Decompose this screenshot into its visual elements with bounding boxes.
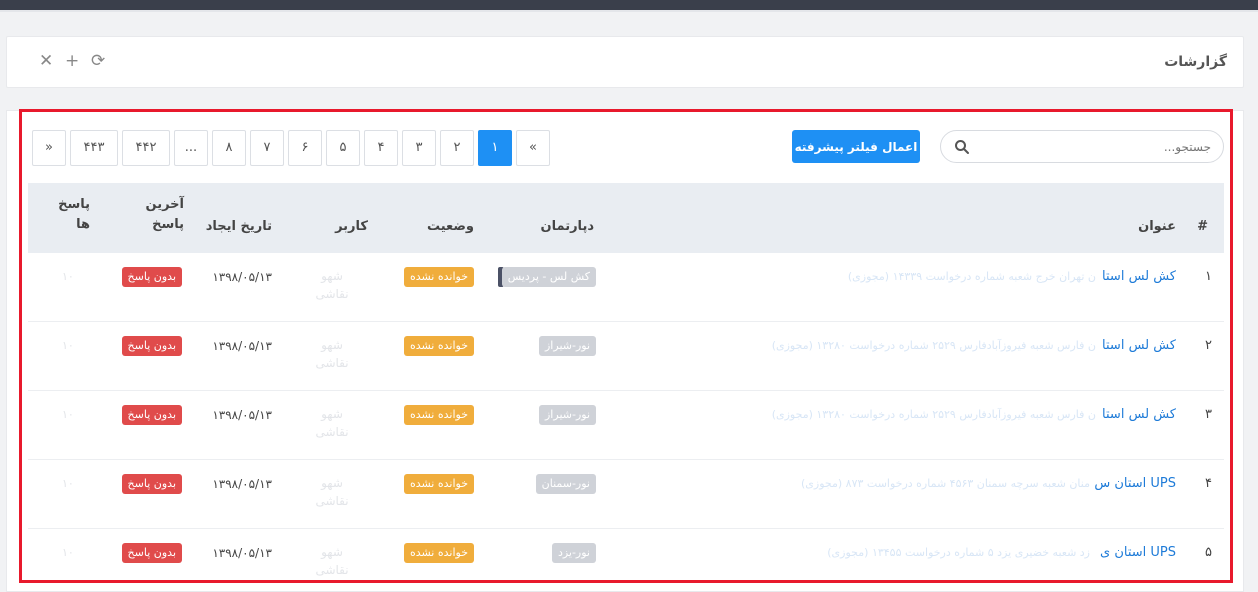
row-title-link[interactable]: UPS استان ی bbox=[1100, 543, 1176, 563]
row-created-date: ۱۳۹۸/۰۵/۱۳ bbox=[212, 477, 272, 491]
department-badge: نور-شیراز bbox=[539, 336, 596, 356]
row-user: شهو نقاشی bbox=[315, 269, 349, 301]
row-replies: ۱۰ bbox=[62, 477, 74, 490]
row-user: شهو نقاشی bbox=[315, 407, 349, 439]
row-title-rest: ن تهران خرج شعبه شماره درخواست ۱۴۳۳۹ (مج… bbox=[847, 270, 1096, 283]
row-title-rest: ن فارس شعبه فیروزآبادفارس ۲۵۲۹ شماره درخ… bbox=[771, 408, 1096, 421]
row-title-link[interactable]: UPS استان س bbox=[1094, 474, 1176, 494]
header-tools: ✕ + ⟳ bbox=[39, 51, 105, 71]
row-index: ۱ bbox=[1205, 269, 1212, 284]
table-row[interactable]: ۳ کش لس استا ن فارس شعبه فیروزآبادفارس ۲… bbox=[28, 391, 1224, 460]
status-badge: خوانده نشده bbox=[403, 543, 474, 563]
close-icon[interactable]: ✕ bbox=[39, 51, 53, 71]
row-title-rest: منان شعبه سرچه سمنان ۴۵۶۳ شماره درخواست … bbox=[800, 477, 1090, 490]
refresh-icon[interactable]: ⟳ bbox=[91, 51, 105, 71]
table-row[interactable]: ۲ کش لس استا ن فارس شعبه فیروزآبادفارس ۲… bbox=[28, 322, 1224, 391]
page-header: گزارشات ✕ + ⟳ bbox=[6, 36, 1244, 88]
row-replies: ۱۰ bbox=[62, 408, 74, 421]
page-first-button[interactable]: « bbox=[516, 130, 550, 166]
no-reply-badge: بدون پاسخ bbox=[121, 267, 182, 287]
row-replies: ۱۰ bbox=[62, 546, 74, 559]
status-badge: خوانده نشده bbox=[403, 336, 474, 356]
page-ellipsis: ... bbox=[174, 130, 208, 166]
page-button[interactable]: ۴۴۳ bbox=[70, 130, 118, 166]
page-button[interactable]: ۸ bbox=[212, 130, 246, 166]
page-button[interactable]: ۷ bbox=[250, 130, 284, 166]
no-reply-badge: بدون پاسخ bbox=[121, 336, 182, 356]
no-reply-badge: بدون پاسخ bbox=[121, 543, 182, 563]
page-button[interactable]: ۴ bbox=[364, 130, 398, 166]
row-created-date: ۱۳۹۸/۰۵/۱۳ bbox=[212, 408, 272, 422]
row-created-date: ۱۳۹۸/۰۵/۱۳ bbox=[212, 339, 272, 353]
row-created-date: ۱۳۹۸/۰۵/۱۳ bbox=[212, 546, 272, 560]
page-button[interactable]: ۵ bbox=[326, 130, 360, 166]
status-badge: خوانده نشده bbox=[403, 267, 474, 287]
department-badge: نور-شیراز bbox=[539, 405, 596, 425]
department-badge: نور-یزد bbox=[551, 543, 596, 563]
row-title-link[interactable]: کش لس استا bbox=[1102, 267, 1176, 287]
page-button-active[interactable]: ۱ bbox=[478, 130, 512, 166]
row-user: شهو نقاشی bbox=[315, 338, 349, 370]
search-icon[interactable] bbox=[954, 139, 970, 155]
no-reply-badge: بدون پاسخ bbox=[121, 474, 182, 494]
row-user: شهو نقاشی bbox=[315, 476, 349, 508]
row-index: ۲ bbox=[1205, 338, 1212, 353]
col-replies[interactable]: پاسخ ها bbox=[50, 195, 90, 235]
row-index: ۴ bbox=[1205, 476, 1212, 491]
table-row[interactable]: ۵ UPS استان ی زد شعبه خضیری یزد ۵ شماره … bbox=[28, 529, 1224, 583]
col-last-reply[interactable]: آخرین پاسخ bbox=[124, 195, 185, 235]
page-last-button[interactable]: » bbox=[32, 130, 66, 166]
col-department[interactable]: دپارتمان bbox=[541, 217, 595, 237]
table-row[interactable]: ۱ کش لس استا ن تهران خرج شعبه شماره درخو… bbox=[28, 253, 1224, 322]
page-button[interactable]: ۳ bbox=[402, 130, 436, 166]
advanced-filter-button[interactable]: اعمال فیلتر پیشرفته bbox=[792, 130, 920, 163]
pagination: » ۴۴۳ ۴۴۲ ... ۸ ۷ ۶ ۵ ۴ ۳ ۲ ۱ « bbox=[32, 130, 550, 166]
row-title-rest: ن فارس شعبه فیروزآبادفارس ۲۵۲۹ شماره درخ… bbox=[771, 339, 1096, 352]
page-title: گزارشات bbox=[1164, 54, 1227, 70]
row-title-link[interactable]: کش لس استا bbox=[1102, 336, 1176, 356]
navbar-divider bbox=[0, 10, 1258, 12]
no-reply-badge: بدون پاسخ bbox=[121, 405, 182, 425]
add-icon[interactable]: + bbox=[65, 51, 79, 71]
page-button[interactable]: ۶ bbox=[288, 130, 322, 166]
top-navbar bbox=[0, 0, 1258, 10]
row-replies: ۱۰ bbox=[62, 339, 74, 352]
search-input[interactable] bbox=[977, 137, 1211, 157]
search-box bbox=[940, 130, 1224, 163]
table-header: # عنوان دپارتمان وضعیت کاربر تاریخ ایجاد… bbox=[28, 183, 1224, 253]
col-title[interactable]: عنوان bbox=[1138, 217, 1176, 237]
row-index: ۳ bbox=[1205, 407, 1212, 422]
col-created[interactable]: تاریخ ایجاد bbox=[206, 217, 272, 237]
row-title-rest: زد شعبه خضیری یزد ۵ شماره درخواست ۱۳۴۵۵ … bbox=[827, 546, 1090, 559]
col-status[interactable]: وضعیت bbox=[427, 217, 474, 237]
col-user[interactable]: کاربر bbox=[335, 217, 368, 237]
status-badge: خوانده نشده bbox=[403, 405, 474, 425]
row-user: شهو نقاشی bbox=[315, 545, 349, 577]
row-title-link[interactable]: کش لس استا bbox=[1102, 405, 1176, 425]
row-created-date: ۱۳۹۸/۰۵/۱۳ bbox=[212, 270, 272, 284]
table-row[interactable]: ۴ UPS استان س منان شعبه سرچه سمنان ۴۵۶۳ … bbox=[28, 460, 1224, 529]
page-button[interactable]: ۴۴۲ bbox=[122, 130, 170, 166]
status-badge: خوانده نشده bbox=[403, 474, 474, 494]
department-badge: کش لس - پردیس bbox=[501, 267, 596, 287]
col-index: # bbox=[1197, 219, 1208, 234]
department-badge: نور-سمنان bbox=[535, 474, 596, 494]
page-button[interactable]: ۲ bbox=[440, 130, 474, 166]
row-replies: ۱۰ bbox=[62, 270, 74, 283]
row-index: ۵ bbox=[1205, 545, 1212, 560]
